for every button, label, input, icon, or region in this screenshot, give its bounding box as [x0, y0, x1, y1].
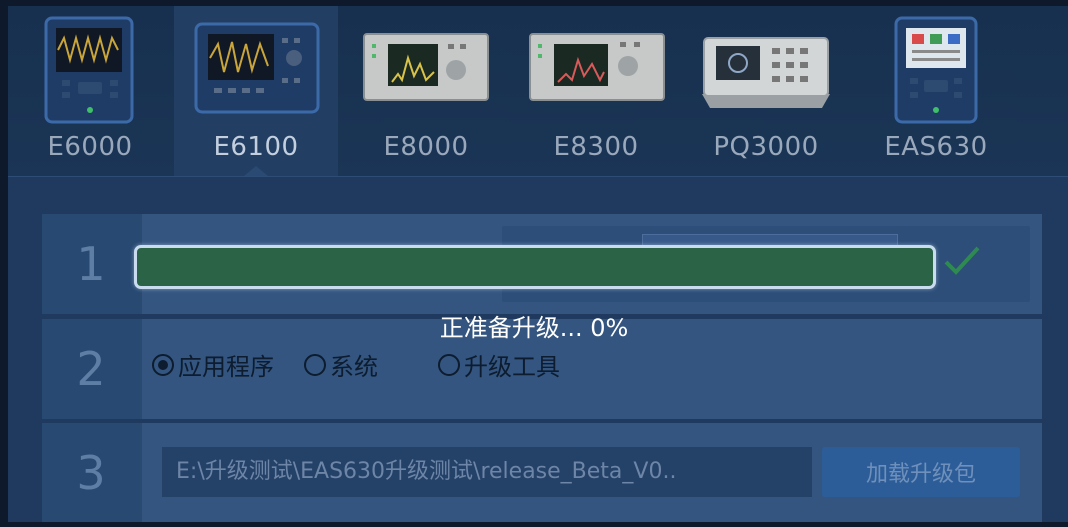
device-label: EAS630 [884, 132, 988, 162]
handheld-analyzer-icon [44, 16, 134, 124]
device-selector: E6000 E6100 E8000 E8300 PQ3000 EAS630 [8, 6, 1068, 177]
device-eas630[interactable]: EAS630 [854, 6, 1018, 176]
benchtop-meter-icon [702, 37, 830, 108]
radio-label: 升级工具 [464, 353, 560, 381]
device-e6000[interactable]: E6000 [8, 6, 172, 176]
step-3-content: E:\升级测试\EAS630升级测试\release_Beta_V0.. 加载升… [142, 423, 1042, 522]
progress-status-text: 正准备升级... 0% [439, 314, 629, 342]
device-e8300[interactable]: E8300 [514, 6, 678, 176]
rack-analyzer-icon [529, 33, 665, 101]
device-pq3000[interactable]: PQ3000 [684, 6, 848, 176]
device-label: E6000 [47, 132, 133, 162]
device-e6100[interactable]: E6100 [174, 6, 338, 176]
rack-analyzer-icon [363, 33, 489, 101]
radio-application[interactable]: 应用程序 [152, 347, 274, 382]
radio-unchecked-icon [304, 353, 326, 376]
radio-system[interactable]: 系统 [304, 347, 378, 382]
package-path-input[interactable]: E:\升级测试\EAS630升级测试\release_Beta_V0.. [162, 447, 812, 497]
device-label: E8000 [383, 132, 469, 162]
checkmark-icon [944, 246, 980, 275]
upgrade-progress-bar [134, 245, 936, 289]
selection-pointer [244, 166, 268, 176]
radio-label: 应用程序 [178, 353, 274, 381]
radio-unchecked-icon [438, 353, 460, 376]
step-number: 3 [42, 423, 140, 522]
upgrade-type-radio-group: 应用程序 系统 升级工具 [152, 347, 590, 382]
device-label: E8300 [553, 132, 639, 162]
radio-checked-icon [152, 353, 174, 376]
radio-label: 系统 [330, 353, 378, 381]
load-package-button[interactable]: 加载升级包 [822, 447, 1020, 497]
portable-analyzer-icon [194, 22, 320, 114]
radio-upgrade-tool[interactable]: 升级工具 [438, 347, 560, 382]
step-number: 1 [42, 214, 140, 314]
handheld-tester-icon [894, 16, 978, 124]
device-e8000[interactable]: E8000 [344, 6, 508, 176]
device-label: PQ3000 [713, 132, 819, 162]
device-label: E6100 [213, 132, 299, 162]
step-3-row: 3 E:\升级测试\EAS630升级测试\release_Beta_V0.. 加… [42, 423, 1042, 522]
